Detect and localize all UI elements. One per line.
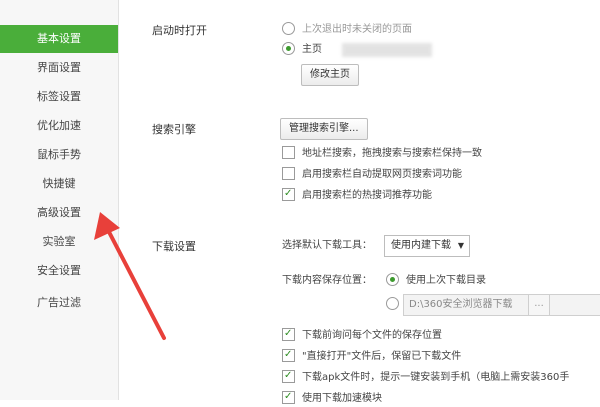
- startup-option-last-session[interactable]: 上次退出时未关闭的页面: [282, 21, 412, 38]
- radio-last-dir[interactable]: [386, 272, 399, 286]
- download-option-2[interactable]: "直接打开"文件后，保留已下载文件: [282, 347, 462, 365]
- search-option-2-label: 启用搜索栏自动提取网页搜索词功能: [302, 169, 462, 180]
- search-option-3[interactable]: 启用搜索栏的热搜词推荐功能: [282, 186, 432, 204]
- sidebar-item-mouse-gestures[interactable]: 鼠标手势: [0, 141, 118, 169]
- sidebar-item-optimize[interactable]: 优化加速: [0, 112, 118, 140]
- download-save-last-label: 使用上次下载目录: [406, 275, 486, 286]
- startup-section-title: 启动时打开: [152, 24, 207, 37]
- radio-custom-dir[interactable]: [386, 296, 399, 310]
- startup-option-last-label: 上次退出时未关闭的页面: [302, 24, 412, 35]
- search-option-1-label: 地址栏搜索，拖拽搜索与搜索栏保持一致: [302, 148, 482, 159]
- sidebar-item-shortcuts[interactable]: 快捷键: [0, 170, 118, 198]
- checkbox-search-sync[interactable]: [282, 145, 295, 159]
- download-save-label: 下载内容保存位置：: [282, 275, 372, 286]
- search-option-1[interactable]: 地址栏搜索，拖拽搜索与搜索栏保持一致: [282, 145, 482, 162]
- checkbox-accelerate[interactable]: [282, 389, 295, 405]
- startup-option-home-label: 主页: [302, 44, 322, 55]
- download-option-4-label: 使用下载加速模块: [302, 393, 382, 404]
- search-option-3-label: 启用搜索栏的热搜词推荐功能: [302, 190, 432, 201]
- startup-option-home[interactable]: 主页: [282, 41, 322, 58]
- sidebar-item-tabs[interactable]: 标签设置: [0, 83, 118, 111]
- download-path-field[interactable]: D:\360安全浏览器下载: [403, 294, 600, 316]
- sidebar-item-advanced[interactable]: 高级设置: [0, 199, 118, 227]
- download-option-3-label: 下载apk文件时，提示一键安装到手机（电脑上需安装360手: [302, 372, 570, 383]
- blurred-homepage-url: [342, 43, 432, 57]
- download-tool-select[interactable]: 使用内建下载 ▼: [384, 235, 470, 257]
- checkbox-apk-install[interactable]: [282, 368, 295, 384]
- download-save-last-option[interactable]: 使用上次下载目录: [386, 272, 486, 289]
- checkbox-keep-file[interactable]: [282, 347, 295, 363]
- manage-search-engines-button[interactable]: 管理搜索引擎...: [280, 118, 368, 140]
- download-option-1-label: 下载前询问每个文件的保存位置: [302, 330, 442, 341]
- radio-last-session[interactable]: [282, 21, 295, 35]
- dropdown-arrow-icon: ▼: [457, 241, 464, 250]
- sidebar-item-lab[interactable]: 实验室: [0, 228, 118, 256]
- download-option-4[interactable]: 使用下载加速模块: [282, 389, 382, 407]
- settings-sidebar: 基本设置 界面设置 标签设置 优化加速 鼠标手势 快捷键 高级设置 实验室 安全…: [0, 0, 119, 400]
- search-option-2[interactable]: 启用搜索栏自动提取网页搜索词功能: [282, 166, 462, 183]
- browse-folder-button[interactable]: ...: [528, 294, 550, 316]
- checkbox-hot-search[interactable]: [282, 186, 295, 202]
- radio-home[interactable]: [282, 41, 295, 55]
- edit-homepage-button[interactable]: 修改主页: [301, 64, 359, 86]
- sidebar-item-security[interactable]: 安全设置: [0, 257, 118, 285]
- download-tool-value: 使用内建下载: [391, 240, 451, 251]
- download-option-1[interactable]: 下载前询问每个文件的保存位置: [282, 326, 442, 344]
- download-tool-label: 选择默认下载工具：: [282, 240, 372, 251]
- download-option-3[interactable]: 下载apk文件时，提示一键安装到手机（电脑上需安装360手: [282, 368, 570, 386]
- download-option-2-label: "直接打开"文件后，保留已下载文件: [302, 351, 462, 362]
- search-section-title: 搜索引擎: [152, 123, 196, 136]
- sidebar-item-basic[interactable]: 基本设置: [0, 25, 118, 53]
- sidebar-item-adblock[interactable]: 广告过滤: [0, 289, 118, 317]
- checkbox-auto-extract[interactable]: [282, 166, 295, 180]
- download-section-title: 下载设置: [152, 240, 196, 253]
- sidebar-item-interface[interactable]: 界面设置: [0, 54, 118, 82]
- checkbox-ask-location[interactable]: [282, 326, 295, 342]
